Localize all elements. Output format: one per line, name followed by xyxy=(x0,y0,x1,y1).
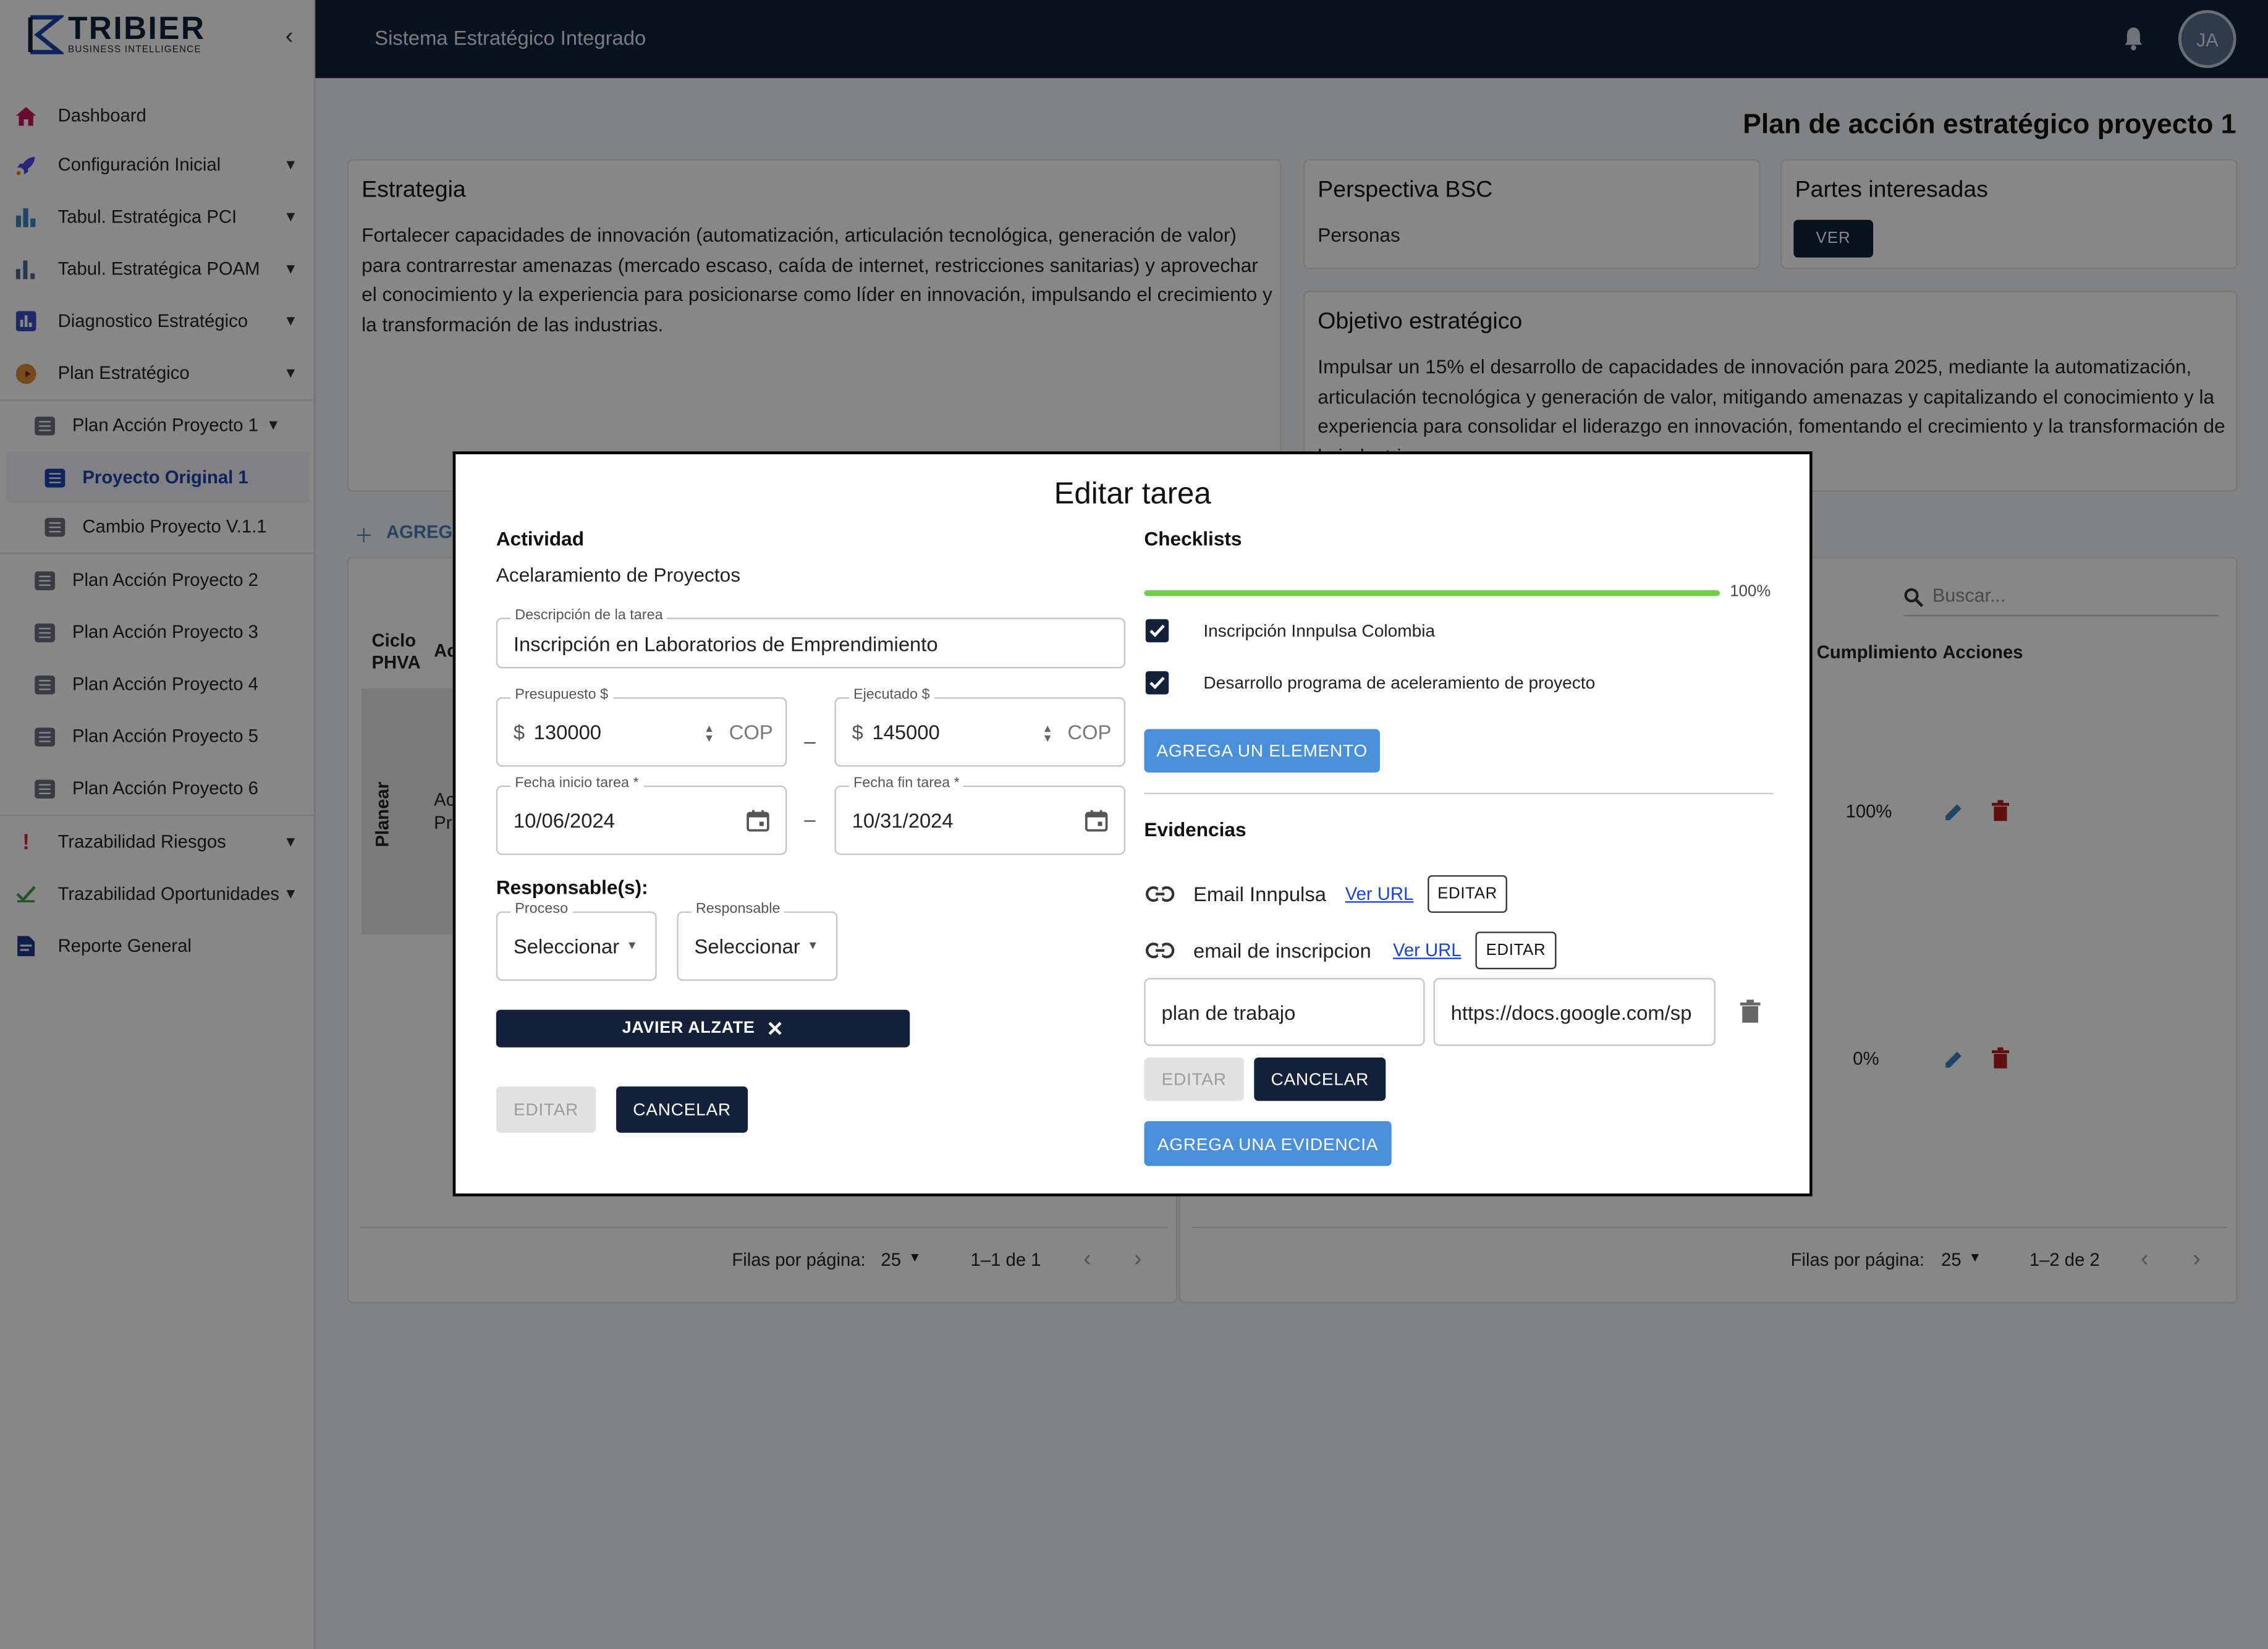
currency-prefix: $ xyxy=(513,720,525,744)
edit-task-button[interactable]: EDITAR xyxy=(496,1086,596,1133)
presupuesto-field[interactable]: Presupuesto $ $ 130000 ▴ ▾ COP xyxy=(496,687,787,767)
currency-suffix: COP xyxy=(1067,720,1112,744)
actividad-value: Acelaramiento de Proyectos xyxy=(496,564,741,586)
chevron-down-icon: ▼ xyxy=(807,939,819,952)
evidence-url-input[interactable]: https://docs.google.com/sp xyxy=(1451,1001,1692,1024)
add-evidence-button[interactable]: AGREGA UNA EVIDENCIA xyxy=(1144,1121,1392,1166)
checklist-checkbox[interactable] xyxy=(1145,671,1169,695)
calendar-icon[interactable] xyxy=(1085,808,1108,832)
checklist-item-label: Desarrollo programa de aceleramiento de … xyxy=(1203,672,1596,693)
currency-prefix: $ xyxy=(852,720,863,744)
edit-evidence-button[interactable]: EDITAR xyxy=(1475,931,1557,970)
evidence-name-field[interactable]: plan de trabajo xyxy=(1144,978,1425,1046)
actividad-label: Actividad xyxy=(496,528,585,550)
link-icon xyxy=(1145,886,1175,902)
divider xyxy=(1144,792,1774,794)
field-label: Ejecutado $ xyxy=(848,687,934,703)
field-label: Fecha inicio tarea * xyxy=(510,775,643,792)
cancel-task-button[interactable]: CANCELAR xyxy=(616,1086,748,1133)
field-label: Responsable xyxy=(691,901,785,917)
evidence-name: email de inscripcion xyxy=(1193,939,1371,962)
field-label: Descripción de la tarea xyxy=(510,608,667,624)
ejecutado-field[interactable]: Ejecutado $ $ 145000 ▴ ▾ COP xyxy=(834,687,1125,767)
calendar-icon[interactable] xyxy=(747,808,769,832)
chip-label: JAVIER ALZATE xyxy=(622,1020,755,1038)
fecha-inicio-field[interactable]: Fecha inicio tarea * 10/06/2024 xyxy=(496,775,787,855)
checklist-progress-label: 100% xyxy=(1730,583,1771,601)
checklists-title: Checklists xyxy=(1144,528,1242,550)
proceso-value: Seleccionar xyxy=(513,935,620,958)
save-evidence-button[interactable]: EDITAR xyxy=(1144,1057,1244,1101)
responsable-select[interactable]: Responsable Seleccionar ▼ xyxy=(677,901,838,981)
fecha-fin-input[interactable]: 10/31/2024 xyxy=(852,808,954,831)
evidence-url-link[interactable]: Ver URL xyxy=(1393,940,1462,960)
modal-title: Editar tarea xyxy=(1054,477,1211,511)
add-checklist-item-button[interactable]: AGREGA UN ELEMENTO xyxy=(1144,729,1380,773)
trash-icon[interactable] xyxy=(1740,999,1761,1023)
descripcion-input[interactable]: Inscripción en Laboratorios de Emprendim… xyxy=(514,632,938,655)
proceso-select[interactable]: Proceso Seleccionar ▼ xyxy=(496,901,657,981)
fecha-fin-field[interactable]: Fecha fin tarea * 10/31/2024 xyxy=(834,775,1125,855)
evidence-url-field[interactable]: https://docs.google.com/sp xyxy=(1433,978,1716,1046)
edit-evidence-button[interactable]: EDITAR xyxy=(1428,875,1507,913)
evidence-url-link[interactable]: Ver URL xyxy=(1345,884,1414,904)
app-root: TRIBIER BUSINESS INTELLIGENCE ‹ Dashboar… xyxy=(0,0,2268,1649)
evidence-name-input[interactable]: plan de trabajo xyxy=(1162,1001,1296,1024)
stepper-icon[interactable]: ▴ ▾ xyxy=(706,721,713,744)
field-label: Presupuesto $ xyxy=(510,687,613,703)
responsable-chip: JAVIER ALZATE ✕ xyxy=(496,1009,910,1048)
edit-task-modal: Editar tarea Actividad Acelaramiento de … xyxy=(452,451,1813,1197)
stepper-icon[interactable]: ▴ ▾ xyxy=(1044,721,1051,744)
ejecutado-input[interactable]: 145000 xyxy=(872,721,939,744)
cancel-evidence-button[interactable]: CANCELAR xyxy=(1254,1057,1386,1101)
range-separator: – xyxy=(804,729,816,753)
responsables-label: Responsable(s): xyxy=(496,876,648,899)
currency-suffix: COP xyxy=(729,720,773,744)
evidence-name: Email Innpulsa xyxy=(1193,882,1326,906)
field-label: Fecha fin tarea * xyxy=(848,775,964,792)
chevron-down-icon: ▼ xyxy=(626,939,638,952)
responsable-value: Seleccionar xyxy=(694,935,800,958)
checklist-progress-bar xyxy=(1144,590,1720,596)
descripcion-field[interactable]: Descripción de la tarea Inscripción en L… xyxy=(496,608,1125,669)
field-label: Proceso xyxy=(510,901,573,917)
close-icon[interactable]: ✕ xyxy=(766,1016,784,1041)
presupuesto-input[interactable]: 130000 xyxy=(534,721,601,744)
fecha-inicio-input[interactable]: 10/06/2024 xyxy=(514,808,615,831)
range-separator: – xyxy=(804,807,816,831)
link-icon xyxy=(1145,943,1175,959)
checklist-item-label: Inscripción Innpulsa Colombia xyxy=(1203,621,1436,641)
evidencias-title: Evidencias xyxy=(1144,818,1246,841)
checklist-checkbox[interactable] xyxy=(1145,619,1169,643)
